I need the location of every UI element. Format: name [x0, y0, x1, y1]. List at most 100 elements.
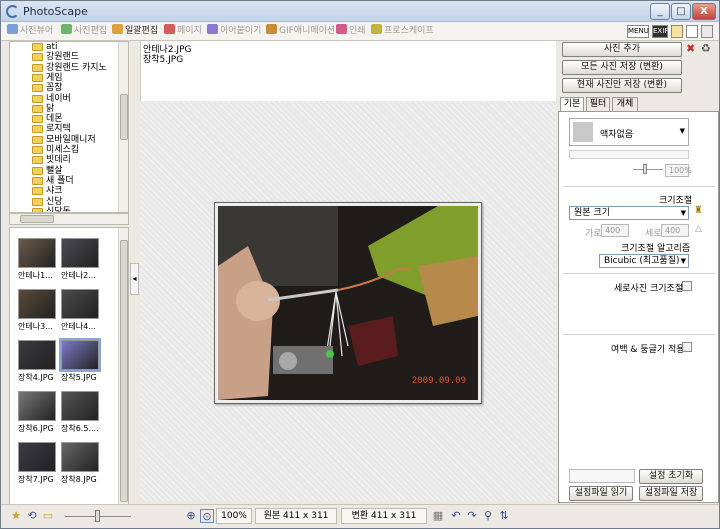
combine-icon	[207, 24, 218, 34]
folder-icon[interactable]: ▭	[41, 509, 55, 523]
thumbnail-item[interactable]: 장착5.JPG	[59, 338, 101, 383]
thumbnail-item[interactable]: 장착7.JPG	[18, 442, 58, 485]
path-icon[interactable]: ⟲	[25, 509, 39, 523]
tab-filter[interactable]: 필터	[586, 97, 610, 111]
chevron-down-icon: ▼	[680, 209, 686, 217]
thumbnail-item[interactable]: 안테나3...	[18, 289, 58, 332]
thumbnail-image	[61, 442, 99, 472]
folder-icon	[32, 84, 43, 93]
print-icon	[336, 24, 347, 34]
thumbnail-item[interactable]: 장착8.JPG	[61, 442, 101, 485]
basic-tab-content: 액자없음 ▼ 100% 크기조절 원본 크기 ▼ ♜ 가로 400 세로 400 …	[558, 111, 719, 503]
settings-name-field[interactable]	[569, 469, 635, 483]
tab-print[interactable]: 인쇄	[336, 24, 366, 39]
menu-button[interactable]: MENU	[627, 25, 649, 38]
resize-tool-icon[interactable]: ♜	[694, 205, 703, 216]
windows-icon[interactable]	[686, 25, 698, 38]
tab-page[interactable]: 페이지	[164, 24, 202, 39]
maximize-button[interactable]: □	[671, 3, 691, 20]
tab-gif-animation[interactable]: GIF애니메이션	[266, 24, 335, 39]
frame-zoom-handle[interactable]	[643, 164, 647, 174]
divider	[563, 273, 715, 274]
tree-horizontal-scrollbar[interactable]	[9, 213, 129, 225]
thumbnail-image	[61, 238, 99, 268]
vertical-resize-label: 세로사진 크기조절	[614, 284, 684, 294]
rotate-left-icon[interactable]: ↶	[449, 509, 463, 523]
tree-vertical-scrollbar[interactable]	[118, 42, 128, 212]
zoom-fit-icon[interactable]: ⊙	[200, 509, 214, 523]
add-photo-button[interactable]: 사진 추가	[562, 42, 682, 57]
thumbnail-image	[61, 289, 99, 319]
rotate-right-icon[interactable]: ↷	[465, 509, 479, 523]
margin-round-checkbox[interactable]	[682, 342, 692, 352]
frame-zoom-slider[interactable]	[633, 169, 663, 170]
tree-scroll-thumb[interactable]	[120, 94, 128, 140]
proscape-icon	[371, 24, 382, 34]
height-input[interactable]: 400	[661, 224, 689, 237]
save-current-button[interactable]: 현재 사진만 저장 (변환)	[562, 78, 682, 93]
folder-icon	[32, 146, 43, 154]
folder-icon	[32, 176, 43, 185]
thumbnail-scrollbar[interactable]	[118, 228, 128, 504]
flip-icon[interactable]: ⇅	[497, 509, 511, 523]
thumbnail-label: 장착7.JPG	[18, 475, 54, 484]
save-all-button[interactable]: 모든 사진 저장 (변환)	[562, 60, 682, 75]
tab-basic[interactable]: 기본	[560, 97, 584, 112]
thumbnail-item[interactable]: 장착4.JPG	[18, 340, 58, 383]
tab-object[interactable]: 개체	[612, 97, 638, 111]
thumbnail-label: 장착4.JPG	[18, 373, 54, 382]
tab-photo-editor[interactable]: 사진편집	[61, 24, 107, 39]
thumbnail-image	[18, 340, 56, 370]
vertical-resize-checkbox[interactable]	[682, 281, 692, 291]
delete-icon[interactable]: ✖	[686, 42, 695, 55]
tab-proscape[interactable]: 프로스케이프	[371, 24, 434, 39]
tab-batch-editor[interactable]: 일괄편집	[112, 24, 158, 39]
slider-handle[interactable]	[95, 510, 100, 522]
thumbnail-item[interactable]: 안테나2...	[61, 238, 101, 281]
thumbnail-item[interactable]: 안테나1...	[18, 238, 58, 281]
close-button[interactable]: X	[692, 3, 716, 20]
editor-icon	[61, 24, 72, 34]
zoom-in-icon[interactable]: ⊕	[184, 509, 198, 523]
thumbnail-label: 장착5.JPG	[61, 373, 97, 382]
batch-icon	[112, 24, 123, 34]
thumbnail-label: 안테나1...	[18, 271, 53, 280]
file-list-item[interactable]: 장착5.JPG	[143, 52, 183, 65]
folder-icon	[32, 94, 43, 103]
thumbnail-image	[18, 391, 56, 421]
resize-select[interactable]: 원본 크기 ▼	[569, 206, 689, 220]
calendar-icon[interactable]	[671, 25, 683, 38]
tree-hscroll-thumb[interactable]	[20, 215, 54, 223]
algorithm-select[interactable]: Bicubic (최고품질) ▼	[599, 254, 689, 268]
help-icon[interactable]	[701, 25, 713, 38]
thumbnail-panel: 안테나1... 안테나2... 안테나3... 안테나4... 장착4.JPG 장착5.J…	[9, 227, 129, 505]
checker-icon[interactable]: ▦	[431, 509, 445, 523]
app-window: PhotoScape _ □ X 사진뷰어 사진편집 일괄편집 페이지 이어붙이…	[0, 0, 720, 529]
original-size: 원본 411 x 311	[255, 508, 337, 524]
thumbnail-item[interactable]: 장착6.JPG	[18, 391, 58, 434]
star-icon[interactable]: ★	[9, 509, 23, 523]
exif-button[interactable]: EXIF	[652, 25, 668, 38]
trash-icon[interactable]: ♻	[701, 42, 711, 55]
thumbnail-image	[18, 442, 56, 472]
load-settings-button[interactable]: 설정파일 읽기	[569, 486, 633, 501]
title-bar: PhotoScape _ □ X	[1, 1, 719, 22]
collapse-panel-button[interactable]: ◂	[130, 263, 139, 295]
reset-settings-button[interactable]: 설정 초기화	[639, 469, 703, 484]
folder-icon	[32, 187, 43, 196]
minimize-button[interactable]: _	[650, 3, 670, 20]
thumbnail-item[interactable]: 안테나4...	[61, 289, 101, 332]
folder-icon	[32, 166, 43, 175]
width-input[interactable]: 400	[601, 224, 629, 237]
tab-combine[interactable]: 이어붙이기	[207, 24, 261, 39]
save-settings-button[interactable]: 설정파일 저장	[639, 486, 703, 501]
preview-image: 2009.09.09	[218, 206, 478, 400]
frame-select[interactable]: 액자없음 ▼	[569, 118, 689, 146]
thumbnail-item[interactable]: 장착6.5....	[61, 391, 101, 434]
thumbnail-scroll-thumb[interactable]	[120, 240, 128, 502]
folder-icon	[32, 156, 43, 165]
window-title: PhotoScape	[23, 5, 88, 18]
tab-photo-viewer[interactable]: 사진뷰어	[7, 24, 53, 39]
thumbnail-label: 안테나2...	[61, 271, 96, 280]
bike-icon[interactable]: ⚲	[481, 509, 495, 523]
